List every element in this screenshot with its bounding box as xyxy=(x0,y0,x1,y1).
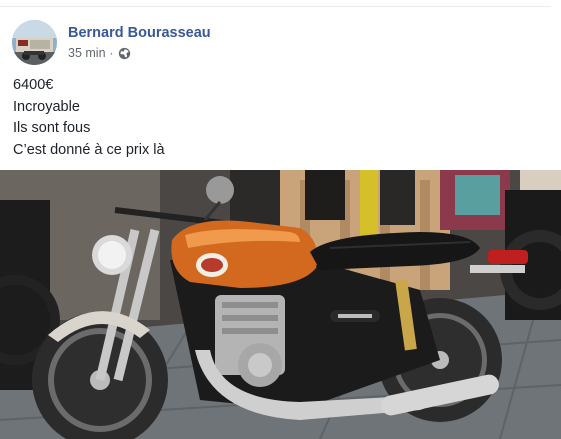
header-text: Bernard Bourasseau 35 min · xyxy=(68,20,211,61)
post-timestamp[interactable]: 35 min xyxy=(68,46,106,60)
top-divider xyxy=(0,6,551,7)
post-header: Bernard Bourasseau 35 min · xyxy=(12,20,211,66)
post-text-line: C’est donné à ce prix là xyxy=(13,141,165,158)
meta-separator: · xyxy=(109,46,114,60)
author-avatar[interactable] xyxy=(12,20,57,65)
globe-icon[interactable] xyxy=(118,47,131,60)
post-text-line: Ils sont fous xyxy=(13,120,91,136)
post-photo-motorcycle[interactable] xyxy=(0,170,561,439)
post-meta: 35 min · xyxy=(68,45,211,61)
post-text-line: 6400€ xyxy=(13,77,54,93)
author-name-link[interactable]: Bernard Bourasseau xyxy=(68,24,211,42)
post-message: 6400€ Incroyable Ils sont fous C’est don… xyxy=(13,75,165,161)
post-text-line: Incroyable xyxy=(13,98,80,115)
